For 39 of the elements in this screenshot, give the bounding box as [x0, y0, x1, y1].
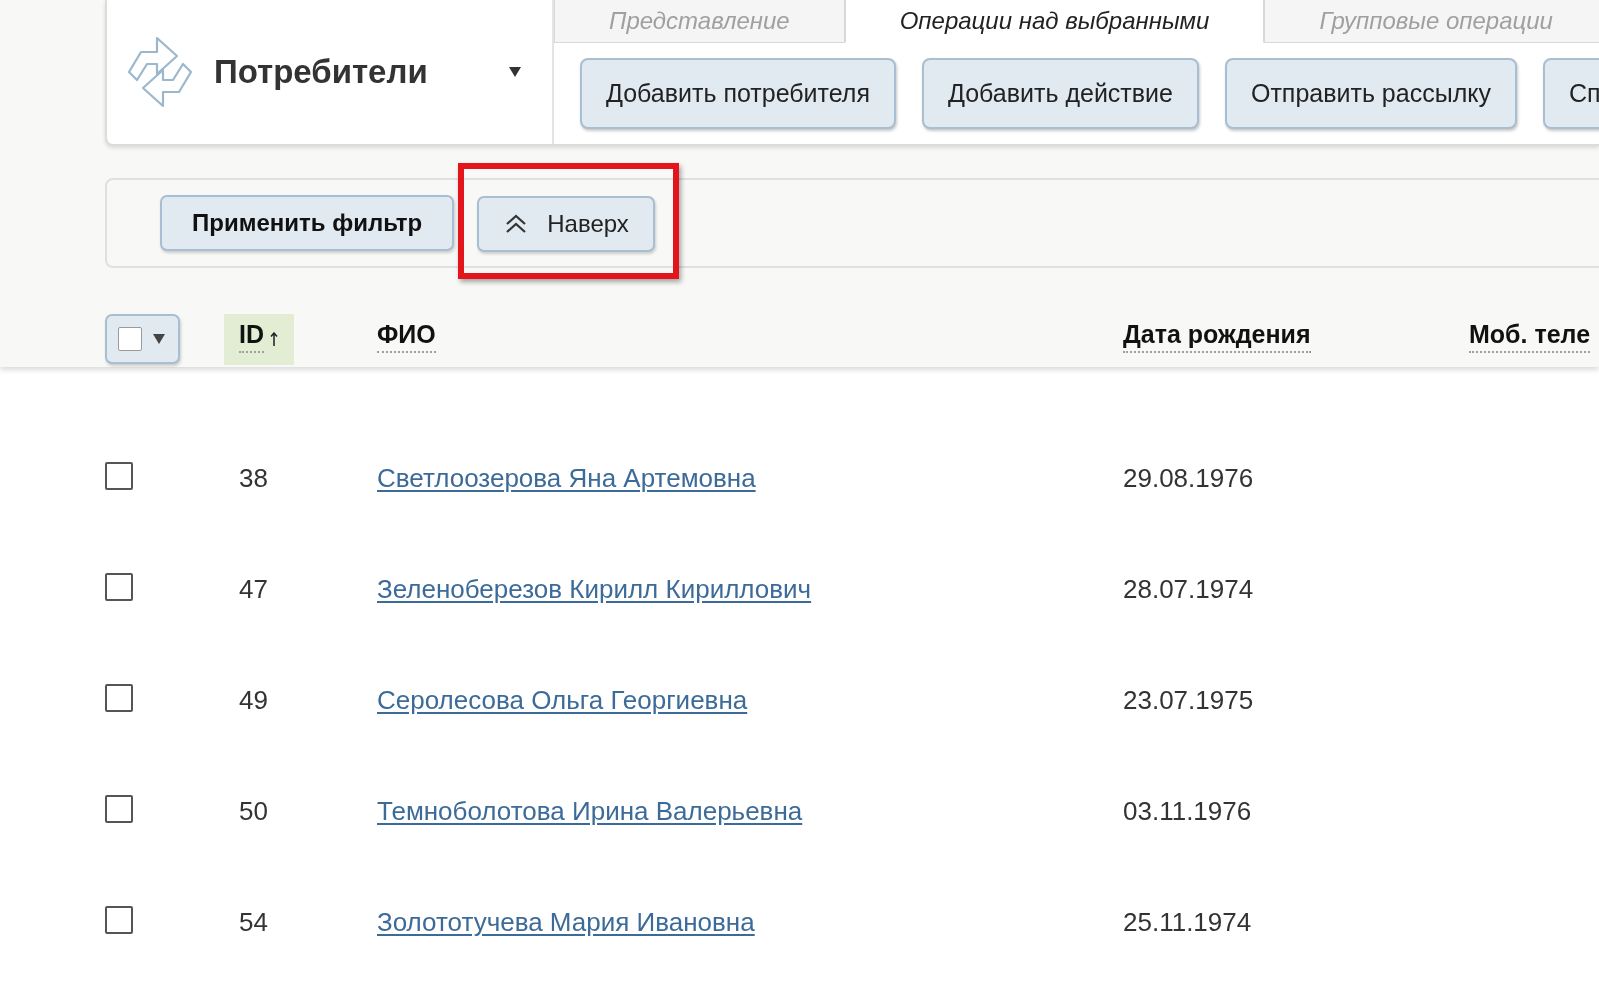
column-header[interactable]: ФИО	[362, 314, 436, 365]
select-all-dropdown[interactable]	[105, 314, 180, 364]
table-cell: 47	[239, 574, 268, 604]
tab[interactable]: Операции над выбранными	[844, 0, 1265, 43]
caret-icon	[153, 334, 165, 344]
action-button[interactable]: Сп	[1542, 58, 1599, 129]
logo-icon	[127, 34, 193, 110]
table-cell: 29.08.1976	[1123, 463, 1254, 493]
double-chevron-up-icon	[505, 214, 528, 234]
page-title: Потребители	[214, 53, 428, 91]
action-button[interactable]: Отправить рассылку	[1224, 58, 1517, 129]
checkbox[interactable]	[105, 572, 133, 601]
checkbox[interactable]	[118, 327, 142, 351]
table-cell: 50	[239, 796, 268, 826]
table-cell: 03.11.1976	[1123, 796, 1252, 826]
action-button[interactable]: Добавить потребителя	[580, 58, 896, 129]
name-link[interactable]: Серолесова Ольга Георгиевна	[377, 685, 748, 715]
caret-icon	[509, 67, 521, 77]
apply-filter-button[interactable]: Применить фильтр	[160, 195, 455, 251]
checkbox[interactable]	[105, 794, 133, 823]
checkbox[interactable]	[105, 461, 133, 490]
checkbox[interactable]	[105, 683, 133, 712]
table-cell: 38	[239, 463, 268, 493]
action-button[interactable]: Добавить действие	[921, 58, 1199, 129]
table-cell: 49	[239, 685, 268, 715]
checkbox[interactable]	[105, 905, 133, 934]
column-header[interactable]: Дата рождения	[1108, 314, 1311, 365]
name-link[interactable]: Зеленоберезов Кирилл Кириллович	[377, 574, 812, 604]
name-link[interactable]: Темноболотова Ирина Валерьевна	[377, 796, 803, 826]
table-cell: 28.07.1974	[1123, 574, 1254, 604]
column-header[interactable]: Моб. теле	[1454, 314, 1591, 365]
name-link[interactable]: Золототучева Мария Ивановна	[377, 907, 755, 937]
name-link[interactable]: Светлоозерова Яна Артемовна	[377, 463, 756, 493]
table-cell: 54	[239, 907, 268, 937]
table-cell: 25.11.1974	[1123, 907, 1252, 937]
column-header[interactable]: ID	[224, 314, 294, 365]
scroll-top-button[interactable]: Наверх	[477, 196, 655, 252]
table-cell: 23.07.1975	[1123, 685, 1254, 715]
arrow-up-icon	[270, 331, 278, 346]
